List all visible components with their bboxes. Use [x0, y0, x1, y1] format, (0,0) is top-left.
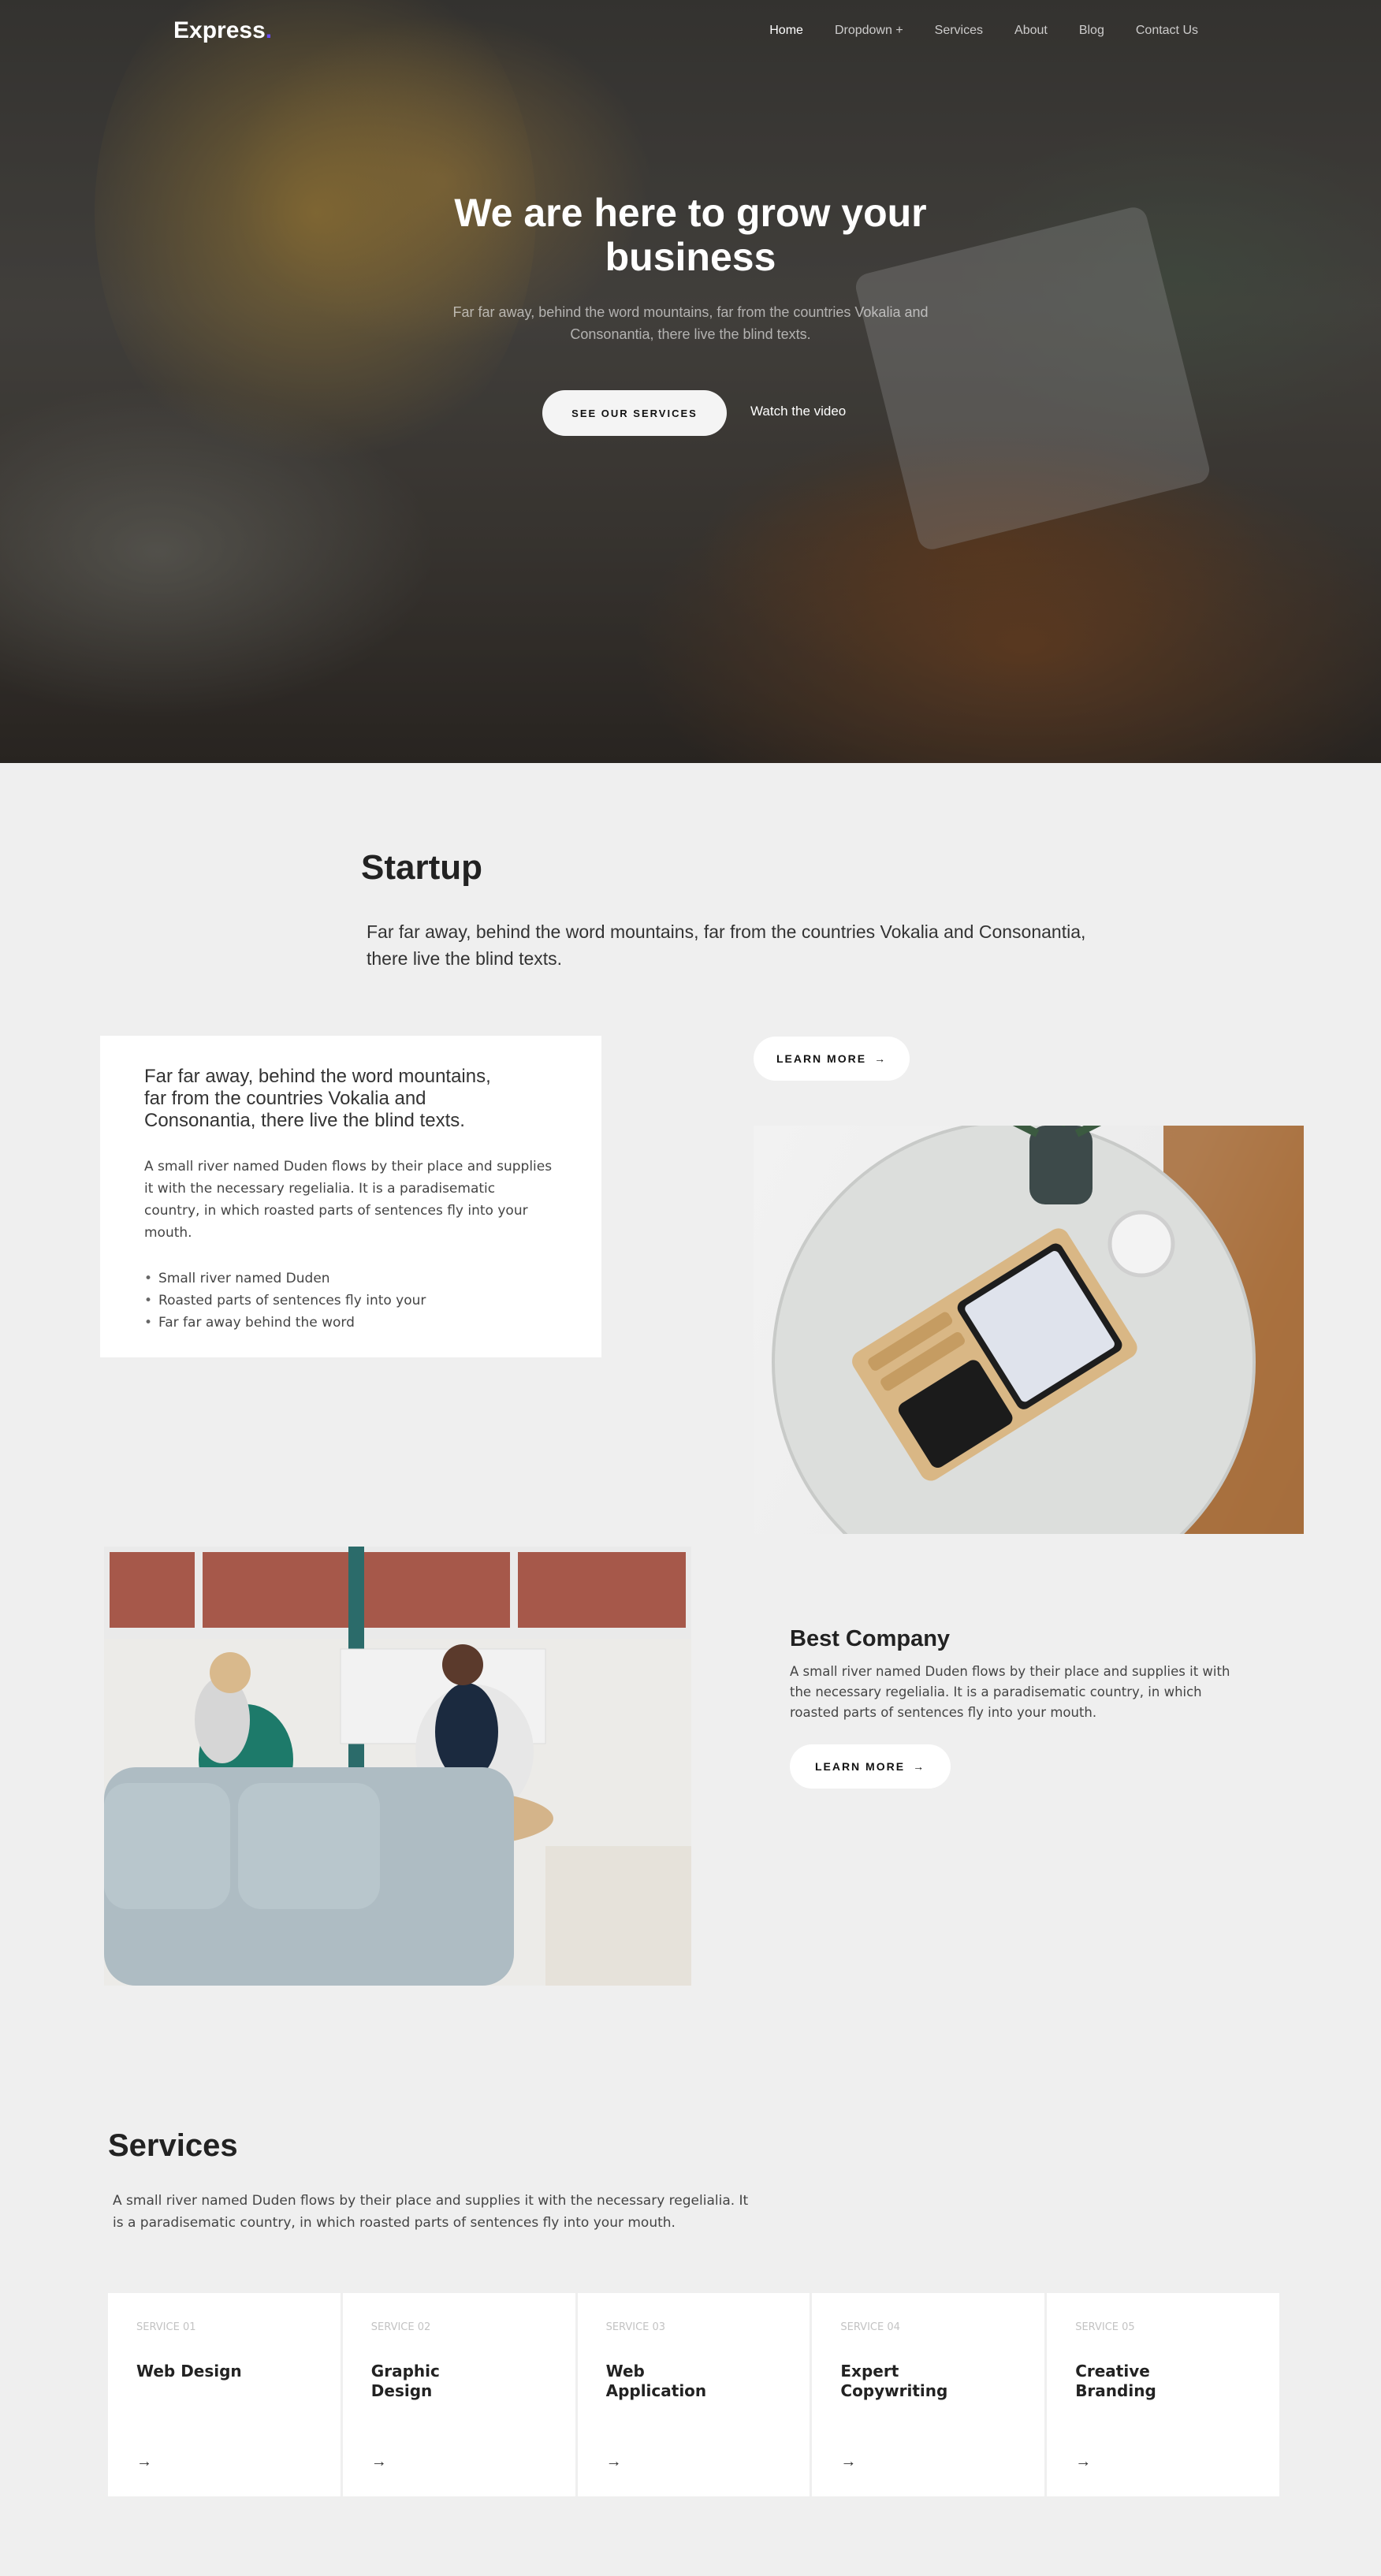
service-number: SERVICE 01 [136, 2321, 196, 2333]
service-card-web-design[interactable]: SERVICE 01 Web Design → [108, 2293, 341, 2496]
service-title: Graphic Design [370, 2362, 440, 2400]
arrow-right-icon[interactable]: → [840, 2453, 856, 2471]
learn-more-label: LEARN MORE [814, 1760, 906, 1773]
service-card-expert-copywriting[interactable]: SERVICE 04 Expert Copywriting → [812, 2293, 1045, 2496]
brand-name: Express [173, 17, 266, 43]
service-title: Expert Copywriting [840, 2362, 948, 2400]
nav-links: Home Dropdown + Services About Blog Cont… [769, 24, 1198, 38]
hero-section: Express. Home Dropdown + Services About … [0, 0, 1381, 763]
hero-title: We are here to grow your business [454, 191, 927, 279]
hero-overlay [0, 0, 1381, 763]
service-title: Web Application [605, 2362, 707, 2400]
nav-contact[interactable]: Contact Us [1136, 24, 1198, 38]
meeting-photo-art [104, 1547, 691, 1986]
startup-title: Startup [361, 848, 482, 887]
services-grid: SERVICE 01 Web Design → SERVICE 02 Graph… [108, 2293, 1279, 2496]
meeting-photo [104, 1547, 691, 1986]
nav-dropdown[interactable]: Dropdown + [835, 24, 903, 38]
service-card-graphic-design[interactable]: SERVICE 02 Graphic Design → [342, 2293, 575, 2496]
see-services-button[interactable]: SEE OUR SERVICES [542, 390, 727, 436]
brand-logo[interactable]: Express. [173, 17, 272, 44]
startup-card-list: Small river named Duden Roasted parts of… [144, 1268, 557, 1334]
services-text: A small river named Duden flows by their… [113, 2193, 749, 2231]
arrow-right-icon[interactable]: → [371, 2453, 387, 2471]
list-item: Far far away behind the word [144, 1312, 557, 1334]
desk-photo [754, 1126, 1304, 1534]
startup-card: Far far away, behind the word mountains,… [100, 1036, 601, 1357]
services-title: Services [108, 2128, 238, 2163]
arrow-right-icon[interactable]: → [1075, 2453, 1091, 2471]
arrow-right-icon[interactable]: → [136, 2453, 152, 2471]
nav-blog[interactable]: Blog [1079, 24, 1104, 38]
learn-more-button[interactable]: LEARN MORE → [754, 1037, 910, 1081]
list-item: Roasted parts of sentences fly into your [144, 1290, 557, 1312]
arrow-right-icon: → [874, 1052, 888, 1065]
nav-home[interactable]: Home [769, 24, 803, 38]
service-number: SERVICE 03 [605, 2321, 666, 2333]
arrow-right-icon: → [913, 1760, 926, 1773]
nav-about[interactable]: About [1014, 24, 1048, 38]
service-title: Creative Branding [1075, 2362, 1156, 2400]
service-number: SERVICE 02 [370, 2321, 431, 2333]
arrow-right-icon[interactable]: → [606, 2453, 622, 2471]
brand-dot: . [265, 17, 273, 43]
service-card-web-application[interactable]: SERVICE 03 Web Application → [577, 2293, 810, 2496]
best-company-title: Best Company [790, 1626, 951, 1651]
service-number: SERVICE 04 [840, 2321, 900, 2333]
best-company-text: A small river named Duden flows by their… [790, 1664, 1230, 1720]
desk-photo-art [772, 1126, 1304, 1534]
nav-services[interactable]: Services [935, 24, 983, 38]
hero-subtitle: Far far away, behind the word mountains,… [452, 304, 929, 342]
service-title: Web Design [136, 2362, 242, 2381]
service-number: SERVICE 05 [1075, 2321, 1135, 2333]
learn-more-label: LEARN MORE [776, 1052, 867, 1065]
startup-card-text: A small river named Duden flows by their… [144, 1159, 553, 1241]
list-item: Small river named Duden [144, 1268, 557, 1290]
watch-video-link[interactable]: Watch the video [750, 404, 846, 419]
navbar: Express. Home Dropdown + Services About … [0, 0, 1381, 63]
service-card-creative-branding[interactable]: SERVICE 05 Creative Branding → [1047, 2293, 1279, 2496]
startup-lead: Far far away, behind the word mountains,… [367, 921, 1086, 969]
startup-card-lead: Far far away, behind the word mountains,… [144, 1066, 491, 1131]
learn-more-button[interactable]: LEARN MORE → [790, 1744, 951, 1789]
